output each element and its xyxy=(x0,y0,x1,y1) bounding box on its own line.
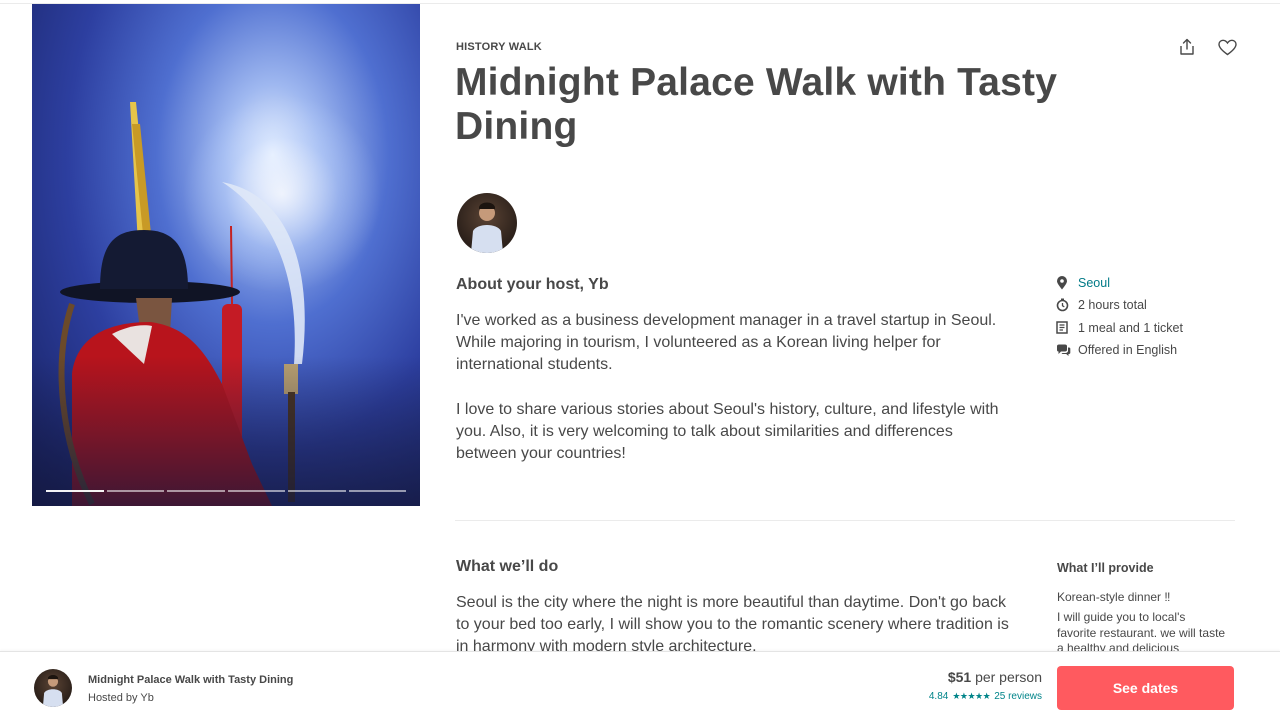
photo-shadow xyxy=(32,356,420,506)
fact-label: 2 hours total xyxy=(1078,298,1147,313)
booking-bar-title: Midnight Palace Walk with Tasty Dining xyxy=(88,674,294,686)
photo-progress-segment xyxy=(288,490,346,492)
price-suffix: per person xyxy=(975,669,1042,685)
fact-location[interactable]: Seoul xyxy=(1056,272,1246,294)
fact-label: Offered in English xyxy=(1078,343,1178,358)
experience-photo[interactable] xyxy=(32,4,420,506)
what-i-provide-title: What I’ll provide xyxy=(1057,561,1154,575)
host-avatar[interactable] xyxy=(457,193,517,253)
booking-bar: Midnight Palace Walk with Tasty Dining H… xyxy=(0,651,1280,721)
booking-bar-host: Hosted by Yb xyxy=(88,692,154,704)
rating-value: 4.84 xyxy=(928,691,949,702)
experience-category: HISTORY WALK xyxy=(456,41,542,53)
photo-progress-segment xyxy=(227,490,285,492)
about-host-title: About your host, Yb xyxy=(456,276,609,293)
fact-label: Seoul xyxy=(1078,276,1110,291)
what-we-do-title: What we’ll do xyxy=(456,558,559,575)
photo-progress-segment xyxy=(46,490,104,492)
rating[interactable]: 4.84 ★★★★★ 25 reviews xyxy=(929,691,1042,702)
provide-item-description: I will guide you to local's favorite res… xyxy=(1057,610,1226,655)
clock-icon xyxy=(1056,297,1078,313)
fact-includes: 1 meal and 1 ticket xyxy=(1056,317,1246,339)
chat-bubbles-icon xyxy=(1056,342,1078,358)
about-host-paragraph: I've worked as a business development ma… xyxy=(456,312,997,373)
fact-label: 1 meal and 1 ticket xyxy=(1078,320,1183,335)
save-button[interactable] xyxy=(1216,36,1238,58)
share-button[interactable] xyxy=(1176,36,1198,58)
reviews-link[interactable]: 25 reviews xyxy=(994,691,1042,702)
section-divider xyxy=(455,520,1235,521)
provide-item-title: Korean-style dinner ‼ xyxy=(1057,590,1171,604)
heart-icon xyxy=(1217,39,1237,55)
share-icon xyxy=(1180,38,1194,55)
photo-progress xyxy=(46,490,406,492)
fact-duration: 2 hours total xyxy=(1056,294,1246,316)
what-we-do-text: Seoul is the city where the night is mor… xyxy=(456,594,1009,655)
star-icons: ★★★★★ xyxy=(952,691,991,701)
see-dates-button[interactable]: See dates xyxy=(1057,666,1234,710)
location-pin-icon xyxy=(1056,275,1078,291)
host-portrait xyxy=(471,202,503,253)
photo-progress-segment xyxy=(348,490,406,492)
price-amount: $51 xyxy=(947,669,972,685)
experience-facts: Seoul 2 hours total 1 meal and 1 ticket … xyxy=(1056,272,1246,361)
fact-language: Offered in English xyxy=(1056,339,1246,361)
photo-progress-segment xyxy=(167,490,225,492)
header-actions xyxy=(1176,36,1238,58)
experience-title: Midnight Palace Walk with Tasty Dining xyxy=(455,61,1058,148)
booking-bar-avatar[interactable] xyxy=(34,669,72,707)
price: $51 per person xyxy=(948,669,1042,685)
receipt-icon xyxy=(1056,320,1078,336)
about-host-paragraph: I love to share various stories about Se… xyxy=(456,401,999,462)
host-portrait xyxy=(42,675,64,707)
photo-progress-segment xyxy=(106,490,164,492)
